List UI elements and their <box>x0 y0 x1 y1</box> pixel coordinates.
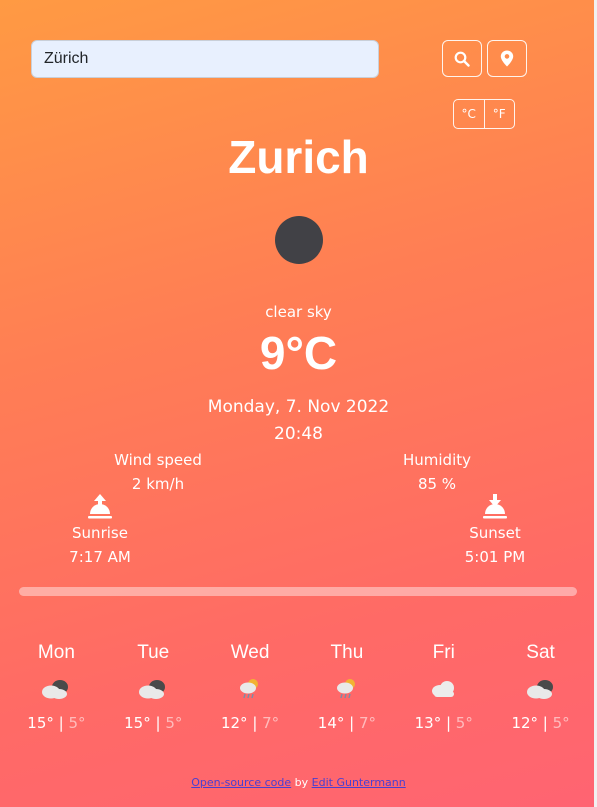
forecast-low: 5° <box>68 714 86 732</box>
forecast-temps: 14° | 7° <box>317 714 377 732</box>
sun-rain-icon <box>298 674 395 704</box>
sunrise-icon <box>88 494 112 519</box>
cloudy-dark-icon <box>105 674 202 704</box>
clear-night-moon-icon <box>275 216 323 264</box>
unit-toggle: °C °F <box>453 99 515 129</box>
cloudy-dark-icon <box>8 674 105 704</box>
forecast-day: Sat 12° | 5° <box>492 642 589 732</box>
wind-speed-value: 2 km/h <box>131 475 185 493</box>
humidity-value: 85 % <box>417 475 457 493</box>
forecast-temps: 15° | 5° <box>124 714 183 732</box>
source-code-link[interactable]: Open-source code <box>191 776 291 789</box>
forecast-high: 12° <box>511 714 539 732</box>
forecast-low: 5° <box>165 714 183 732</box>
footer: Open-source code by Edit Guntermann <box>0 776 597 789</box>
sunset-label: Sunset <box>469 524 521 542</box>
cloud-icon <box>395 674 492 704</box>
forecast-day: Thu 14° | 7° <box>298 642 395 732</box>
forecast-high: 15° <box>124 714 151 732</box>
forecast-low: 7° <box>262 714 280 732</box>
forecast-low: 5° <box>455 714 473 732</box>
fahrenheit-button[interactable]: °F <box>485 100 515 128</box>
forecast-low: 7° <box>358 714 377 732</box>
forecast-temps: 15° | 5° <box>27 714 86 732</box>
map-pin-icon <box>500 50 514 67</box>
sunrise-label: Sunrise <box>72 524 128 542</box>
search-icon <box>454 51 470 67</box>
forecast-day: Fri 13° | 5° <box>395 642 492 732</box>
sunrise-time: 7:17 AM <box>69 548 131 566</box>
humidity: Humidity 85 % <box>392 451 482 493</box>
forecast-day: Mon 15° | 5° <box>8 642 105 732</box>
sun-rain-icon <box>202 674 299 704</box>
cloudy-dark-icon <box>492 674 589 704</box>
sunrise: Sunrise 7:17 AM <box>60 492 140 566</box>
current-location-button[interactable] <box>487 40 527 77</box>
current-temperature: 9°C <box>259 327 338 379</box>
forecast-day: Wed 12° | 7° <box>202 642 299 732</box>
forecast-row: Mon 15° | 5° Tue 15° | 5° Wed 12° | 7° T… <box>8 642 589 732</box>
daylight-progress-fill <box>19 587 577 596</box>
wind-speed: Wind speed 2 km/h <box>108 451 208 493</box>
wind-speed-label: Wind speed <box>114 451 202 469</box>
footer-by-text: by <box>291 776 312 789</box>
forecast-temps: 12° | 5° <box>511 714 570 732</box>
forecast-day-name: Sat <box>526 642 555 663</box>
forecast-day: Tue 15° | 5° <box>105 642 202 732</box>
forecast-temps: 12° | 7° <box>220 714 280 732</box>
sunset-icon <box>483 494 507 519</box>
daylight-progress-bar <box>19 587 577 596</box>
sunset: Sunset 5:01 PM <box>455 492 535 566</box>
humidity-label: Humidity <box>402 451 471 469</box>
forecast-high: 12° <box>220 714 248 732</box>
sunset-time: 5:01 PM <box>464 548 526 566</box>
city-search-input[interactable] <box>31 40 379 78</box>
current-time: 20:48 <box>274 424 323 444</box>
forecast-high: 13° <box>414 714 442 732</box>
city-name: Zurich <box>228 131 369 183</box>
forecast-day-name: Fri <box>432 642 455 663</box>
weather-description: clear sky <box>265 303 332 321</box>
celsius-button[interactable]: °C <box>454 100 485 128</box>
forecast-day-name: Tue <box>137 642 170 663</box>
current-date: Monday, 7. Nov 2022 <box>207 397 390 417</box>
forecast-temps: 13° | 5° <box>414 714 473 732</box>
forecast-day-name: Mon <box>37 642 75 663</box>
forecast-day-name: Thu <box>330 642 364 663</box>
author-link[interactable]: Edit Guntermann <box>312 776 406 789</box>
forecast-day-name: Wed <box>230 642 270 663</box>
forecast-high: 14° <box>317 714 345 732</box>
forecast-low: 5° <box>552 714 570 732</box>
search-button[interactable] <box>442 40 482 77</box>
forecast-high: 15° <box>27 714 54 732</box>
